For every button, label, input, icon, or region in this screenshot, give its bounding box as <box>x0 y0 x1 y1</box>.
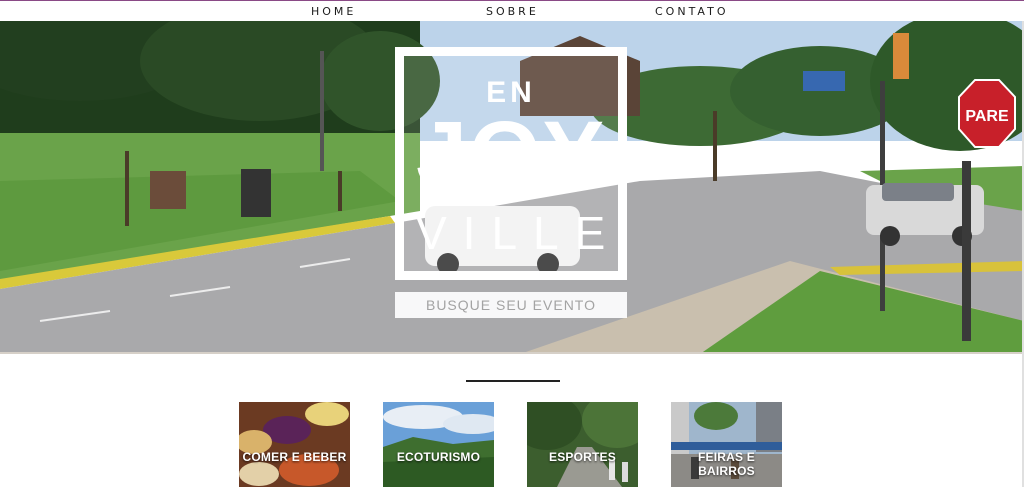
enjoyville-logo: EN JOY VILLE <box>395 47 627 280</box>
landscape-photo <box>383 402 494 487</box>
category-label: FEIRAS E BAIRROS <box>698 450 755 478</box>
category-card-feiras-e-bairros[interactable]: FEIRAS E BAIRROS <box>671 402 782 487</box>
nav-home[interactable]: HOME <box>311 5 356 18</box>
category-label: ESPORTES <box>549 450 616 464</box>
logo-line-joy: JOY <box>415 103 607 205</box>
category-label: ECOTURISMO <box>396 450 481 464</box>
nav-sobre[interactable]: SOBRE <box>486 5 539 18</box>
category-label: COMER E BEBER <box>242 450 347 464</box>
search-event-button[interactable]: BUSQUE SEU EVENTO <box>395 292 627 318</box>
top-navigation: HOME SOBRE CONTATO <box>0 1 1024 21</box>
nav-contato[interactable]: CONTATO <box>655 5 728 18</box>
category-card-ecoturismo[interactable]: ECOTURISMO <box>383 402 494 487</box>
logo-line-ville: VILLE <box>416 207 622 259</box>
food-photo <box>239 402 350 487</box>
category-card-esportes[interactable]: ESPORTES <box>527 402 638 487</box>
section-divider <box>466 380 560 382</box>
stop-sign-label: PARE <box>965 108 1009 125</box>
category-card-comer-e-beber[interactable]: COMER E BEBER <box>239 402 350 487</box>
stop-sign-icon: PARE <box>958 79 1016 148</box>
sports-photo <box>527 402 638 487</box>
